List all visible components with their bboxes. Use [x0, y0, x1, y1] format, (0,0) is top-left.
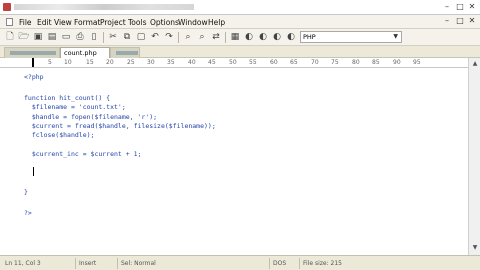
save-icon[interactable]: ▣	[32, 31, 44, 43]
save-all-icon[interactable]: ▤	[46, 31, 58, 43]
status-bar: Ln 11, Col 3 Insert Sel: Normal DOS File…	[0, 255, 480, 270]
status-mode: Insert	[76, 258, 118, 269]
ruler-number: 85	[372, 59, 380, 66]
ruler-number: 25	[127, 59, 135, 66]
menu-tools[interactable]: Tools	[128, 18, 146, 27]
copy-icon[interactable]: ⧉	[121, 31, 133, 43]
code-editor[interactable]: <?php function hit_count() { $filename =…	[0, 68, 468, 255]
ruler-cursor-marker	[32, 58, 34, 67]
undo-icon[interactable]: ↶	[149, 31, 161, 43]
ruler-number: 20	[106, 59, 114, 66]
document-tab-bar: count.php	[0, 46, 480, 58]
ruler-number: 95	[413, 59, 421, 66]
code-line: ?>	[24, 209, 32, 217]
code-line: }	[24, 188, 28, 196]
doc-restore-button[interactable]: □	[454, 16, 466, 26]
syntax-select[interactable]: PHP ▼	[300, 31, 402, 43]
ruler-number: 30	[147, 59, 155, 66]
preview-icon[interactable]: ▯	[88, 31, 100, 43]
ruler-number: 10	[64, 59, 72, 66]
menu-project[interactable]: Project	[100, 18, 126, 27]
ruler-number: 90	[393, 59, 401, 66]
code-line: $current_inc = $current + 1;	[24, 150, 142, 158]
ruler-number: 60	[270, 59, 278, 66]
blurred-tab-label	[116, 51, 138, 55]
new-file-icon[interactable]: 🗋	[4, 31, 16, 43]
doc-minimize-button[interactable]: –	[441, 16, 453, 26]
document-tab[interactable]	[4, 47, 60, 58]
ruler-number: 5	[48, 59, 52, 66]
menu-format[interactable]: Format	[74, 18, 100, 27]
print-icon[interactable]: ⎙	[74, 31, 86, 43]
menu-view[interactable]: View	[54, 18, 72, 27]
doc-icon[interactable]	[6, 18, 13, 26]
word-wrap-icon[interactable]: ▦	[229, 31, 241, 43]
open-folder-icon[interactable]: 🗁	[18, 31, 30, 43]
blurred-tab-label	[10, 51, 56, 55]
title-bar: – □ ✕	[0, 0, 480, 15]
status-position: Ln 11, Col 3	[2, 258, 76, 269]
text-caret	[33, 167, 34, 176]
menu-options[interactable]: Options	[150, 18, 179, 27]
ruler-number: 65	[290, 59, 298, 66]
cut-icon[interactable]: ✂	[107, 31, 119, 43]
folder-icon[interactable]: ▭	[60, 31, 72, 43]
scroll-up-icon[interactable]: ▲	[470, 59, 480, 69]
tool-2-icon[interactable]: ◐	[257, 31, 269, 43]
tool-4-icon[interactable]: ◐	[285, 31, 297, 43]
menu-window[interactable]: Window	[178, 18, 208, 27]
paste-icon[interactable]: ▢	[135, 31, 147, 43]
code-line: fclose($handle);	[24, 131, 95, 139]
minimize-button[interactable]: –	[441, 2, 453, 12]
toolbar-separator	[225, 32, 226, 43]
app-icon	[3, 3, 11, 11]
tool-1-icon[interactable]: ◐	[243, 31, 255, 43]
status-selection: Sel: Normal	[118, 258, 270, 269]
ruler-number: 75	[331, 59, 339, 66]
find-icon[interactable]: ⌕	[182, 31, 194, 43]
document-tab-active[interactable]: count.php	[60, 47, 110, 58]
maximize-button[interactable]: □	[454, 2, 466, 12]
ruler-number: 15	[86, 59, 94, 66]
menu-edit[interactable]: Edit	[37, 18, 52, 27]
blurred-title	[14, 4, 194, 10]
chevron-down-icon: ▼	[393, 33, 398, 40]
redo-icon[interactable]: ↷	[163, 31, 175, 43]
ruler-number: 70	[311, 59, 319, 66]
code-line: <?php	[24, 73, 44, 81]
syntax-select-value: PHP	[303, 33, 316, 41]
vertical-scrollbar[interactable]: ▲ ▼	[468, 58, 480, 255]
menu-file[interactable]: File	[19, 18, 32, 27]
menu-bar: File Edit View Format Project Tools Opti…	[0, 15, 480, 29]
ruler-number: 55	[249, 59, 257, 66]
document-tab[interactable]	[110, 47, 140, 58]
ruler-number: 45	[208, 59, 216, 66]
find-next-icon[interactable]: ⌕	[196, 31, 208, 43]
editor-gutter	[0, 68, 20, 255]
replace-icon[interactable]: ⇄	[210, 31, 222, 43]
close-button[interactable]: ✕	[466, 2, 478, 12]
code-line: $filename = 'count.txt';	[24, 103, 126, 111]
tool-3-icon[interactable]: ◐	[271, 31, 283, 43]
ruler: 5 10 15 20 25 30 35 40 45 50 55 60 65 70…	[0, 58, 480, 68]
ruler-number: 35	[167, 59, 175, 66]
status-format: DOS	[270, 258, 300, 269]
ruler-number: 40	[188, 59, 196, 66]
ruler-number: 80	[352, 59, 360, 66]
toolbar: 🗋 🗁 ▣ ▤ ▭ ⎙ ▯ ✂ ⧉ ▢ ↶ ↷ ⌕ ⌕ ⇄ ▦ ◐ ◐ ◐ ◐ …	[0, 29, 480, 46]
doc-close-button[interactable]: ✕	[466, 16, 478, 26]
toolbar-separator	[103, 32, 104, 43]
toolbar-separator	[178, 32, 179, 43]
status-filesize: File size: 215	[303, 260, 342, 267]
scroll-down-icon[interactable]: ▼	[470, 243, 480, 253]
ruler-number: 50	[229, 59, 237, 66]
tab-label: count.php	[64, 49, 97, 57]
menu-help[interactable]: Help	[208, 18, 225, 27]
